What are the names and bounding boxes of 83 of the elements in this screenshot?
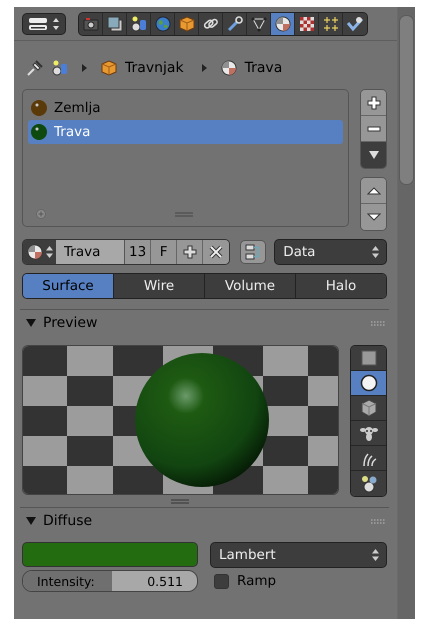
sparkles-icon: [322, 16, 338, 32]
breadcrumb-label: Trava: [244, 60, 282, 76]
scrollbar-thumb[interactable]: [399, 15, 414, 185]
material-slot[interactable]: Zemlja: [28, 96, 343, 120]
resize-grip-icon: [171, 499, 189, 504]
linked-nodes-icon: [245, 244, 262, 260]
scrollbar[interactable]: [397, 7, 415, 619]
updown-arrows-icon: [46, 246, 53, 258]
panel-header[interactable]: Diffuse: [26, 513, 92, 529]
intensity-slider[interactable]: Intensity: 0.511: [22, 570, 198, 592]
diffuse-shader-dropdown[interactable]: Lambert: [210, 542, 387, 568]
collapse-triangle-icon: [26, 516, 36, 526]
sphere-with-clouds-icon: [360, 474, 378, 492]
drag-handle-icon: [371, 518, 385, 524]
monkey-head-icon: [360, 424, 378, 442]
preview-type-button[interactable]: [351, 371, 386, 396]
wrench-icon: [226, 16, 242, 32]
material-type-tab[interactable]: Halo: [296, 274, 386, 298]
slot-menu-button[interactable]: [361, 142, 386, 168]
ramp-checkbox[interactable]: Ramp: [210, 570, 276, 592]
cube-icon: [360, 399, 378, 417]
preview-type-button[interactable]: [351, 446, 386, 471]
scene-objects-icon: [52, 60, 68, 76]
material-name-field[interactable]: Trava: [56, 240, 125, 264]
down-triangle-icon: [368, 151, 378, 159]
material-type-tab[interactable]: Wire: [114, 274, 205, 298]
unlink-button[interactable]: [203, 240, 230, 264]
context-tab[interactable]: [271, 12, 295, 34]
material-type-tab[interactable]: Surface: [23, 274, 114, 298]
square-icon: [360, 349, 378, 367]
pin-icon: [26, 59, 44, 77]
move-up-button[interactable]: [361, 178, 386, 204]
context-tab[interactable]: [79, 12, 103, 34]
checker-icon: [298, 16, 314, 32]
material-ball-icon: [274, 16, 290, 32]
material-ball-icon: [220, 60, 237, 76]
breadcrumb-arrow-icon: [82, 64, 87, 72]
vertex-triangle-icon: [250, 16, 266, 32]
breadcrumb-arrow-icon: [202, 64, 207, 72]
chain-link-icon: [202, 16, 218, 32]
preview-type-button[interactable]: [351, 471, 386, 496]
add-slot-button[interactable]: [361, 90, 386, 116]
link-dropdown[interactable]: Data: [274, 239, 387, 265]
material-slot-name: Trava: [54, 124, 90, 140]
preview-type-button[interactable]: [351, 421, 386, 446]
sphere-icon: [360, 374, 378, 392]
collapse-triangle-icon: [26, 318, 36, 328]
breadcrumb-label: Travnjak: [125, 60, 184, 76]
plus-icon: [182, 245, 197, 259]
remove-slot-button[interactable]: [361, 116, 386, 142]
camera-icon: [82, 16, 98, 32]
new-material-button[interactable]: [177, 240, 204, 264]
move-down-button[interactable]: [361, 204, 386, 230]
node-link-button[interactable]: [240, 240, 266, 264]
browse-material-button[interactable]: [23, 240, 56, 264]
resize-grip-icon: [175, 212, 193, 216]
material-ball-icon: [27, 244, 43, 260]
down-triangle-icon: [366, 213, 380, 221]
drag-handle-icon: [371, 320, 385, 326]
cube-icon: [178, 16, 194, 32]
photo-stack-icon: [106, 16, 122, 32]
material-slot[interactable]: Trava: [28, 120, 343, 144]
editor-type-button[interactable]: [22, 12, 66, 34]
cross-icon: [209, 245, 224, 259]
diffuse-color-swatch[interactable]: [22, 542, 198, 567]
cube-icon: [101, 60, 117, 76]
updown-arrows-icon: [372, 246, 379, 258]
minus-icon: [366, 126, 380, 132]
plus-icon: [366, 96, 380, 110]
panel-header[interactable]: Preview: [26, 315, 98, 331]
globe-icon: [154, 16, 170, 32]
editor-type-icon: [28, 16, 48, 30]
updown-arrows-icon: [372, 549, 379, 561]
material-slot-name: Zemlja: [54, 100, 100, 116]
fake-user-button[interactable]: F: [151, 240, 178, 264]
user-count-button[interactable]: 13: [125, 240, 152, 264]
material-type-tab[interactable]: Volume: [205, 274, 296, 298]
checkmark-ball-icon: [347, 16, 363, 32]
scene-objects-icon: [130, 16, 146, 32]
updown-arrows-icon: [52, 16, 60, 30]
plus-circle-icon: [36, 209, 46, 219]
up-triangle-icon: [366, 186, 380, 194]
preview-type-button[interactable]: [351, 396, 386, 421]
